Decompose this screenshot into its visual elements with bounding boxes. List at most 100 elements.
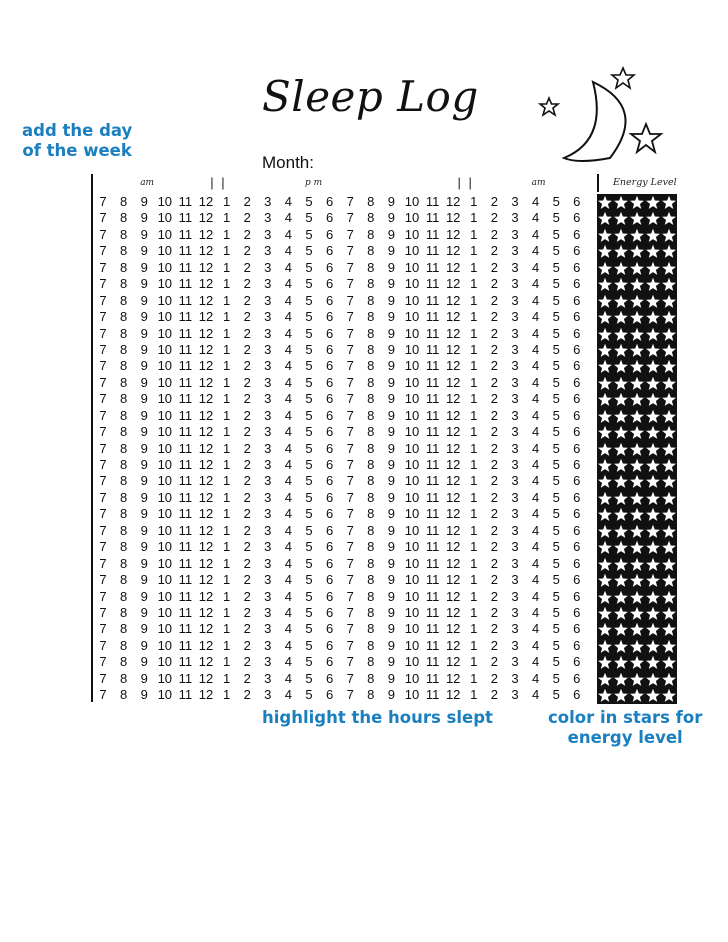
hour-cell[interactable]: 2 <box>237 621 257 637</box>
hour-cell[interactable]: 3 <box>505 457 525 473</box>
hour-cell[interactable]: 7 <box>340 391 360 407</box>
hour-cell[interactable]: 6 <box>320 309 340 325</box>
hour-cell[interactable]: 4 <box>526 506 546 522</box>
hour-cell[interactable]: 6 <box>567 506 587 522</box>
hour-cell[interactable]: 8 <box>114 408 134 424</box>
energy-star-icon[interactable] <box>642 506 664 523</box>
hour-cell[interactable]: 6 <box>567 605 587 621</box>
hour-cell[interactable]: 10 <box>402 391 422 407</box>
hour-cell[interactable]: 3 <box>505 194 525 210</box>
hour-cell[interactable]: 11 <box>423 391 443 407</box>
hour-cell[interactable]: 9 <box>134 441 154 457</box>
hour-cell[interactable]: 9 <box>134 243 154 259</box>
hour-cell[interactable]: 5 <box>299 523 319 539</box>
hour-cell[interactable]: 6 <box>320 194 340 210</box>
hour-cell[interactable]: 8 <box>114 309 134 325</box>
hour-cell[interactable]: 4 <box>526 671 546 687</box>
hour-cell[interactable]: 11 <box>423 539 443 555</box>
hour-cell[interactable]: 10 <box>402 457 422 473</box>
hour-cell[interactable]: 5 <box>299 358 319 374</box>
energy-star-icon[interactable] <box>658 374 677 392</box>
hour-cell[interactable]: 11 <box>175 490 195 506</box>
hour-cell[interactable]: 4 <box>526 358 546 374</box>
hour-cell[interactable]: 3 <box>258 326 278 342</box>
energy-star-icon[interactable] <box>642 424 664 441</box>
energy-star-icon[interactable] <box>597 374 616 392</box>
hour-cell[interactable]: 10 <box>402 441 422 457</box>
hour-cell[interactable]: 7 <box>340 671 360 687</box>
hour-cell[interactable]: 7 <box>340 326 360 342</box>
hour-cell[interactable]: 11 <box>175 572 195 588</box>
hour-cell[interactable]: 6 <box>320 473 340 489</box>
hour-cell[interactable]: 7 <box>93 638 113 654</box>
hour-cell[interactable]: 5 <box>546 243 566 259</box>
hour-cell[interactable]: 7 <box>340 490 360 506</box>
energy-star-icon[interactable] <box>610 457 632 474</box>
hour-cell[interactable]: 1 <box>217 210 237 226</box>
hour-cell[interactable]: 3 <box>258 687 278 703</box>
hour-cell[interactable]: 1 <box>217 654 237 670</box>
energy-star-icon[interactable] <box>658 522 677 540</box>
energy-star-icon[interactable] <box>597 621 616 638</box>
hour-cell[interactable]: 10 <box>155 210 175 226</box>
hour-cell[interactable]: 1 <box>217 638 237 654</box>
hour-cell[interactable]: 3 <box>258 260 278 276</box>
hour-cell[interactable]: 12 <box>443 342 463 358</box>
hour-cell[interactable]: 11 <box>175 671 195 687</box>
energy-star-icon[interactable] <box>597 243 616 260</box>
hour-cell[interactable]: 11 <box>423 506 443 522</box>
energy-star-icon[interactable] <box>626 506 648 523</box>
hour-cell[interactable]: 3 <box>258 473 278 489</box>
hour-cell[interactable]: 4 <box>526 194 546 210</box>
hour-cell[interactable]: 7 <box>340 375 360 391</box>
hour-cell[interactable]: 6 <box>320 424 340 440</box>
hour-cell[interactable]: 4 <box>278 671 298 687</box>
hour-cell[interactable]: 10 <box>155 687 175 703</box>
hour-cell[interactable]: 7 <box>340 210 360 226</box>
energy-star-icon[interactable] <box>610 637 632 655</box>
energy-star-icon[interactable] <box>626 341 648 359</box>
hour-cell[interactable]: 4 <box>526 260 546 276</box>
hour-cell[interactable]: 9 <box>381 194 401 210</box>
hour-cell[interactable]: 12 <box>443 687 463 703</box>
hour-cell[interactable]: 6 <box>567 227 587 243</box>
energy-star-icon[interactable] <box>597 226 616 244</box>
hour-cell[interactable]: 12 <box>196 408 216 424</box>
hour-cell[interactable]: 1 <box>217 260 237 276</box>
hour-cell[interactable]: 6 <box>567 621 587 637</box>
hour-cell[interactable]: 7 <box>340 276 360 292</box>
hour-cell[interactable]: 3 <box>258 539 278 555</box>
hour-cell[interactable]: 7 <box>340 638 360 654</box>
hour-cell[interactable]: 5 <box>299 227 319 243</box>
hour-cell[interactable]: 1 <box>217 326 237 342</box>
hour-cell[interactable]: 4 <box>526 441 546 457</box>
hour-cell[interactable]: 11 <box>175 638 195 654</box>
hour-cell[interactable]: 10 <box>402 523 422 539</box>
hour-cell[interactable]: 12 <box>196 490 216 506</box>
hour-cell[interactable]: 1 <box>464 424 484 440</box>
hour-cell[interactable]: 7 <box>93 457 113 473</box>
energy-star-icon[interactable] <box>642 440 664 457</box>
hour-cell[interactable]: 9 <box>134 490 154 506</box>
hour-cell[interactable]: 2 <box>484 605 504 621</box>
hour-cell[interactable]: 8 <box>114 556 134 572</box>
energy-star-icon[interactable] <box>597 473 616 490</box>
hour-cell[interactable]: 5 <box>299 621 319 637</box>
hour-cell[interactable]: 6 <box>567 260 587 276</box>
hour-cell[interactable]: 8 <box>114 375 134 391</box>
hour-cell[interactable]: 10 <box>155 424 175 440</box>
hour-cell[interactable]: 11 <box>175 210 195 226</box>
hour-cell[interactable]: 2 <box>237 687 257 703</box>
hour-cell[interactable]: 4 <box>526 227 546 243</box>
hour-cell[interactable]: 4 <box>526 621 546 637</box>
hour-cell[interactable]: 11 <box>175 473 195 489</box>
hour-cell[interactable]: 10 <box>402 194 422 210</box>
hour-cell[interactable]: 12 <box>443 243 463 259</box>
hour-cell[interactable]: 10 <box>155 671 175 687</box>
energy-star-icon[interactable] <box>658 309 677 326</box>
hour-cell[interactable]: 6 <box>320 556 340 572</box>
hour-cell[interactable]: 2 <box>237 194 257 210</box>
energy-star-icon[interactable] <box>610 341 632 359</box>
hour-cell[interactable]: 2 <box>484 309 504 325</box>
hour-cell[interactable]: 5 <box>546 293 566 309</box>
